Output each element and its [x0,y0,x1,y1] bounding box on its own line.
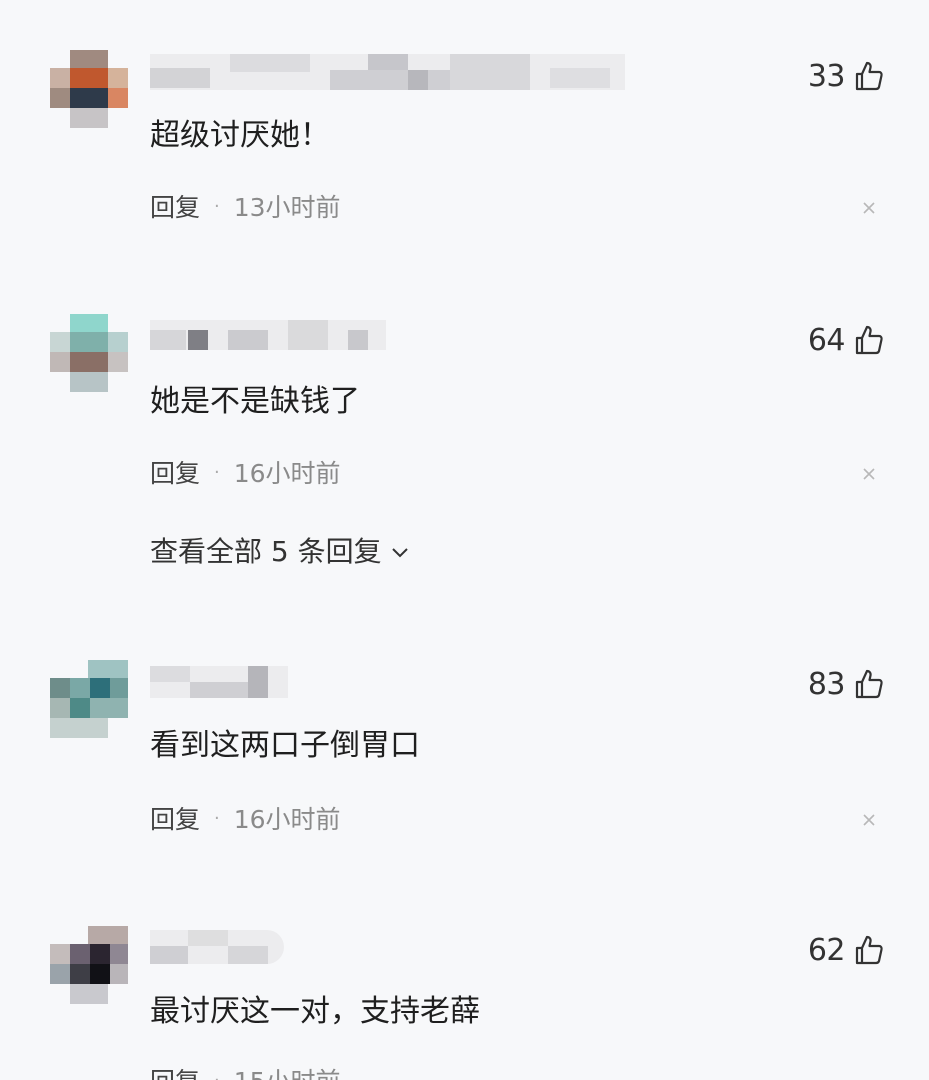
like-count: 83 [807,666,846,702]
thumbs-up-icon [853,668,885,700]
separator-dot: · [214,461,220,483]
close-icon[interactable] [859,464,879,484]
username-blurred[interactable] [150,54,625,90]
like-button[interactable]: 83 [808,664,885,704]
avatar[interactable] [50,50,128,128]
timestamp: 13小时前 [233,193,341,222]
chevron-down-icon [390,534,410,567]
avatar[interactable] [50,926,128,1004]
comment-meta: 回复 · 16小时前 [150,800,341,836]
separator-dot: · [214,1069,220,1080]
comment-meta: 回复 · 15小时前 [150,1062,341,1080]
thumbs-up-icon [853,934,885,966]
like-button[interactable]: 33 [808,56,885,96]
thumbs-up-icon [853,324,885,356]
timestamp: 16小时前 [233,459,341,488]
timestamp: 16小时前 [233,805,341,834]
reply-button[interactable]: 回复 [150,454,200,490]
comment-text: 看到这两口子倒胃口 [150,728,420,763]
like-button[interactable]: 64 [808,320,885,360]
timestamp: 15小时前 [234,1062,341,1080]
separator-dot: · [214,807,220,829]
like-count: 64 [807,322,846,358]
avatar[interactable] [50,314,128,392]
comment-meta: 回复 · 13小时前 [150,188,341,224]
avatar[interactable] [50,660,128,738]
comment-meta: 回复 · 16小时前 [150,454,341,490]
reply-button[interactable]: 回复 [150,800,200,836]
like-button[interactable]: 62 [808,930,885,970]
comment-text: 她是不是缺钱了 [150,384,360,419]
thumbs-up-icon [853,60,885,92]
username-blurred[interactable] [150,930,284,966]
reply-button[interactable]: 回复 [150,188,200,224]
like-count: 62 [807,932,846,968]
close-icon[interactable] [859,198,879,218]
separator-dot: · [214,195,220,217]
like-count: 33 [807,58,846,94]
view-all-replies-button[interactable]: 查看全部 5 条回复 [150,530,410,570]
comment-list: 33 超级讨厌她！ 回复 · 13小时前 64 她是不是缺钱了 回复 · 16小… [0,0,929,1080]
reply-button[interactable]: 回复 [150,1062,200,1080]
view-replies-label: 查看全部 5 条回复 [150,535,382,568]
comment-text: 超级讨厌她！ [150,118,330,153]
close-icon[interactable] [859,810,879,830]
comment-text: 最讨厌这一对，支持老薛 [150,994,480,1029]
username-blurred[interactable] [150,316,386,352]
username-blurred[interactable] [150,666,288,702]
